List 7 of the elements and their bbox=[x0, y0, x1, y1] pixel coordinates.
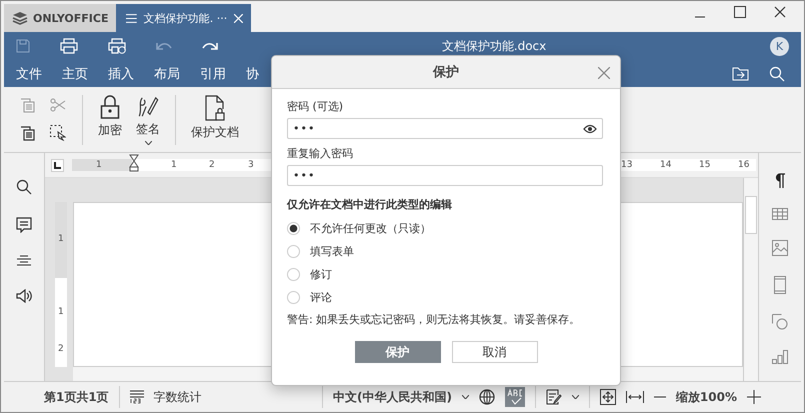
vertical-ruler: 1 1 2 bbox=[55, 202, 67, 367]
section-heading: 仅允许在文档中进行此类型的编辑 bbox=[287, 197, 452, 212]
field-label: 重复输入密码 bbox=[287, 146, 353, 161]
window-title: 文档保护功能.docx bbox=[442, 38, 546, 54]
field-label: 密码 (可选) bbox=[287, 99, 344, 114]
dialog-title: 保护 bbox=[433, 64, 459, 81]
warning-text: 警告: 如果丢失或忘记密码，则无法将其恢复。请妥善保存。 bbox=[287, 312, 580, 327]
